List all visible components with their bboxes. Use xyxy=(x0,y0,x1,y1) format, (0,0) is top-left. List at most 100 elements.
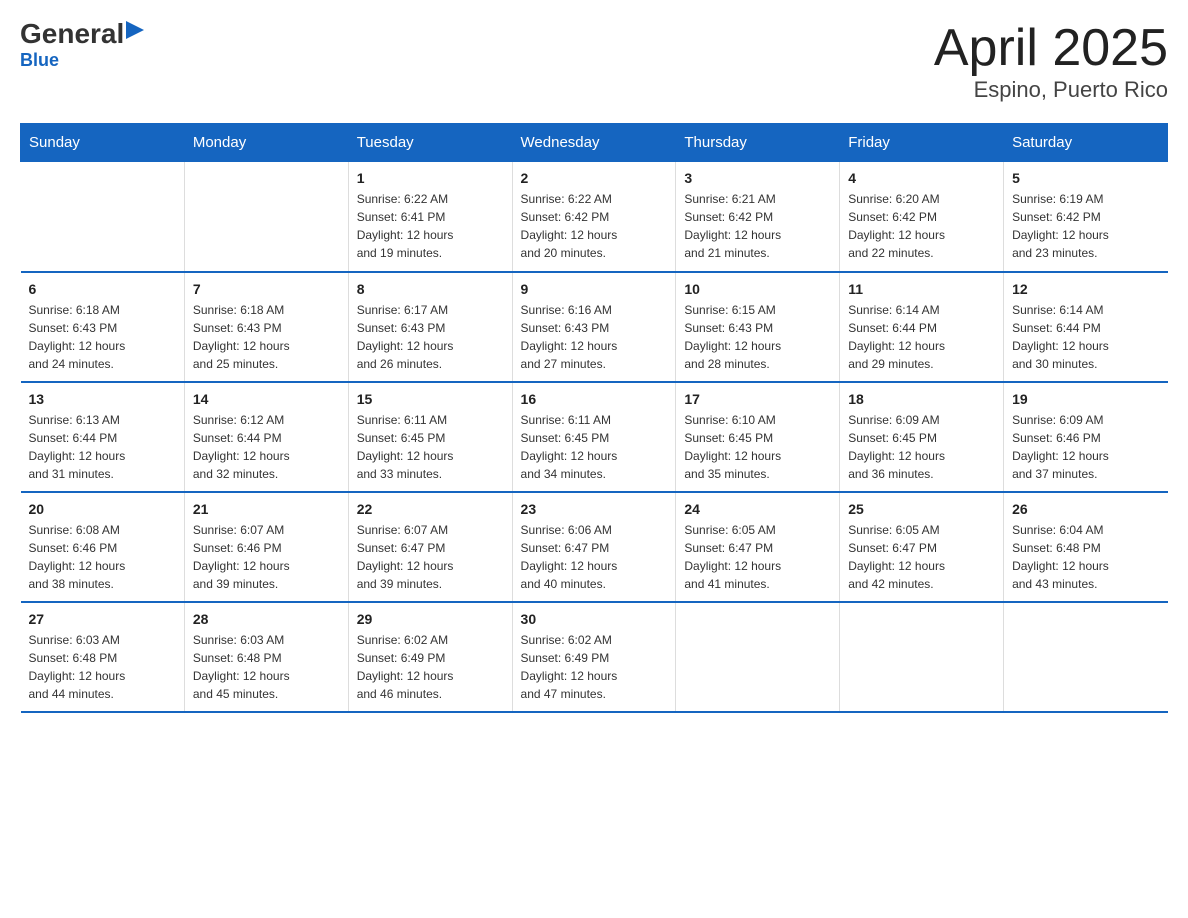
day-info: Sunrise: 6:07 AM Sunset: 6:46 PM Dayligh… xyxy=(193,521,340,593)
day-number: 27 xyxy=(29,611,176,627)
header-friday: Friday xyxy=(840,124,1004,162)
day-number: 13 xyxy=(29,391,176,407)
day-info: Sunrise: 6:08 AM Sunset: 6:46 PM Dayligh… xyxy=(29,521,176,593)
table-row: 18 Sunrise: 6:09 AM Sunset: 6:45 PM Dayli… xyxy=(840,382,1004,492)
header-thursday: Thursday xyxy=(676,124,840,162)
table-row: 1 Sunrise: 6:22 AM Sunset: 6:41 PM Daylig… xyxy=(348,162,512,272)
table-row: 12 Sunrise: 6:14 AM Sunset: 6:44 PM Dayli… xyxy=(1004,272,1168,382)
table-row: 16Sunrise: 6:11 AM Sunset: 6:45 PM Dayli… xyxy=(512,382,676,492)
table-row: 9Sunrise: 6:16 AM Sunset: 6:43 PM Daylig… xyxy=(512,272,676,382)
table-row xyxy=(184,162,348,272)
table-row: 17 Sunrise: 6:10 AM Sunset: 6:45 PM Dayli… xyxy=(676,382,840,492)
day-number: 8 xyxy=(357,281,504,297)
table-row: 20 Sunrise: 6:08 AM Sunset: 6:46 PM Dayli… xyxy=(21,492,185,602)
day-info: Sunrise: 6:15 AM Sunset: 6:43 PM Dayligh… xyxy=(684,301,831,373)
table-row: 14 Sunrise: 6:12 AM Sunset: 6:44 PM Dayli… xyxy=(184,382,348,492)
table-row: 2Sunrise: 6:22 AM Sunset: 6:42 PM Daylig… xyxy=(512,162,676,272)
day-number: 12 xyxy=(1012,281,1159,297)
header-tuesday: Tuesday xyxy=(348,124,512,162)
table-row: 6Sunrise: 6:18 AM Sunset: 6:43 PM Daylig… xyxy=(21,272,185,382)
day-number: 21 xyxy=(193,501,340,517)
day-info: Sunrise: 6:06 AM Sunset: 6:47 PM Dayligh… xyxy=(521,521,668,593)
day-number: 9 xyxy=(521,281,668,297)
day-number: 29 xyxy=(357,611,504,627)
calendar-week-row: 27 Sunrise: 6:03 AM Sunset: 6:48 PM Dayli… xyxy=(21,602,1168,712)
day-number: 18 xyxy=(848,391,995,407)
day-number: 23 xyxy=(521,501,668,517)
day-number: 17 xyxy=(684,391,831,407)
day-info: Sunrise: 6:22 AM Sunset: 6:41 PM Dayligh… xyxy=(357,190,504,262)
day-info: Sunrise: 6:04 AM Sunset: 6:48 PM Dayligh… xyxy=(1012,521,1159,593)
calendar-week-row: 13 Sunrise: 6:13 AM Sunset: 6:44 PM Dayli… xyxy=(21,382,1168,492)
day-info: Sunrise: 6:18 AM Sunset: 6:43 PM Dayligh… xyxy=(29,301,176,373)
table-row: 26Sunrise: 6:04 AM Sunset: 6:48 PM Dayli… xyxy=(1004,492,1168,602)
day-number: 30 xyxy=(521,611,668,627)
calendar-subtitle: Espino, Puerto Rico xyxy=(934,77,1168,103)
table-row: 5Sunrise: 6:19 AM Sunset: 6:42 PM Daylig… xyxy=(1004,162,1168,272)
logo: General Blue xyxy=(20,20,148,71)
day-number: 3 xyxy=(684,170,831,186)
day-info: Sunrise: 6:02 AM Sunset: 6:49 PM Dayligh… xyxy=(521,631,668,703)
day-info: Sunrise: 6:17 AM Sunset: 6:43 PM Dayligh… xyxy=(357,301,504,373)
calendar-table: Sunday Monday Tuesday Wednesday Thursday… xyxy=(20,123,1168,713)
calendar-header-row: Sunday Monday Tuesday Wednesday Thursday… xyxy=(21,124,1168,162)
day-number: 19 xyxy=(1012,391,1159,407)
day-info: Sunrise: 6:03 AM Sunset: 6:48 PM Dayligh… xyxy=(193,631,340,703)
page-header: General Blue April 2025 Espino, Puerto R… xyxy=(20,20,1168,103)
day-info: Sunrise: 6:03 AM Sunset: 6:48 PM Dayligh… xyxy=(29,631,176,703)
table-row: 10 Sunrise: 6:15 AM Sunset: 6:43 PM Dayli… xyxy=(676,272,840,382)
day-number: 20 xyxy=(29,501,176,517)
header-wednesday: Wednesday xyxy=(512,124,676,162)
calendar-week-row: 1 Sunrise: 6:22 AM Sunset: 6:41 PM Daylig… xyxy=(21,162,1168,272)
day-number: 22 xyxy=(357,501,504,517)
day-number: 15 xyxy=(357,391,504,407)
day-info: Sunrise: 6:11 AM Sunset: 6:45 PM Dayligh… xyxy=(357,411,504,483)
logo-general: General xyxy=(20,20,124,48)
day-number: 14 xyxy=(193,391,340,407)
day-number: 1 xyxy=(357,170,504,186)
day-info: Sunrise: 6:21 AM Sunset: 6:42 PM Dayligh… xyxy=(684,190,831,262)
table-row: 11 Sunrise: 6:14 AM Sunset: 6:44 PM Dayli… xyxy=(840,272,1004,382)
table-row: 29 Sunrise: 6:02 AM Sunset: 6:49 PM Dayli… xyxy=(348,602,512,712)
table-row: 21 Sunrise: 6:07 AM Sunset: 6:46 PM Dayli… xyxy=(184,492,348,602)
table-row: 25 Sunrise: 6:05 AM Sunset: 6:47 PM Dayli… xyxy=(840,492,1004,602)
day-info: Sunrise: 6:09 AM Sunset: 6:46 PM Dayligh… xyxy=(1012,411,1159,483)
day-info: Sunrise: 6:09 AM Sunset: 6:45 PM Dayligh… xyxy=(848,411,995,483)
day-number: 4 xyxy=(848,170,995,186)
table-row: 19 Sunrise: 6:09 AM Sunset: 6:46 PM Dayli… xyxy=(1004,382,1168,492)
calendar-title: April 2025 xyxy=(934,20,1168,77)
table-row: 7 Sunrise: 6:18 AM Sunset: 6:43 PM Daylig… xyxy=(184,272,348,382)
table-row: 22 Sunrise: 6:07 AM Sunset: 6:47 PM Dayli… xyxy=(348,492,512,602)
day-info: Sunrise: 6:05 AM Sunset: 6:47 PM Dayligh… xyxy=(848,521,995,593)
table-row xyxy=(676,602,840,712)
header-monday: Monday xyxy=(184,124,348,162)
table-row: 8 Sunrise: 6:17 AM Sunset: 6:43 PM Daylig… xyxy=(348,272,512,382)
day-info: Sunrise: 6:10 AM Sunset: 6:45 PM Dayligh… xyxy=(684,411,831,483)
day-info: Sunrise: 6:18 AM Sunset: 6:43 PM Dayligh… xyxy=(193,301,340,373)
header-saturday: Saturday xyxy=(1004,124,1168,162)
day-info: Sunrise: 6:14 AM Sunset: 6:44 PM Dayligh… xyxy=(1012,301,1159,373)
table-row: 27 Sunrise: 6:03 AM Sunset: 6:48 PM Dayli… xyxy=(21,602,185,712)
table-row: 28 Sunrise: 6:03 AM Sunset: 6:48 PM Dayli… xyxy=(184,602,348,712)
day-number: 5 xyxy=(1012,170,1159,186)
day-info: Sunrise: 6:13 AM Sunset: 6:44 PM Dayligh… xyxy=(29,411,176,483)
day-number: 7 xyxy=(193,281,340,297)
table-row: 24Sunrise: 6:05 AM Sunset: 6:47 PM Dayli… xyxy=(676,492,840,602)
day-info: Sunrise: 6:12 AM Sunset: 6:44 PM Dayligh… xyxy=(193,411,340,483)
day-number: 28 xyxy=(193,611,340,627)
day-info: Sunrise: 6:07 AM Sunset: 6:47 PM Dayligh… xyxy=(357,521,504,593)
table-row: 3 Sunrise: 6:21 AM Sunset: 6:42 PM Daylig… xyxy=(676,162,840,272)
calendar-week-row: 6Sunrise: 6:18 AM Sunset: 6:43 PM Daylig… xyxy=(21,272,1168,382)
title-block: April 2025 Espino, Puerto Rico xyxy=(934,20,1168,103)
day-number: 11 xyxy=(848,281,995,297)
table-row xyxy=(1004,602,1168,712)
day-number: 10 xyxy=(684,281,831,297)
day-info: Sunrise: 6:02 AM Sunset: 6:49 PM Dayligh… xyxy=(357,631,504,703)
day-info: Sunrise: 6:14 AM Sunset: 6:44 PM Dayligh… xyxy=(848,301,995,373)
logo-blue: Blue xyxy=(20,50,59,71)
table-row: 23 Sunrise: 6:06 AM Sunset: 6:47 PM Dayli… xyxy=(512,492,676,602)
day-number: 25 xyxy=(848,501,995,517)
table-row: 4Sunrise: 6:20 AM Sunset: 6:42 PM Daylig… xyxy=(840,162,1004,272)
table-row xyxy=(840,602,1004,712)
table-row: 30 Sunrise: 6:02 AM Sunset: 6:49 PM Dayli… xyxy=(512,602,676,712)
